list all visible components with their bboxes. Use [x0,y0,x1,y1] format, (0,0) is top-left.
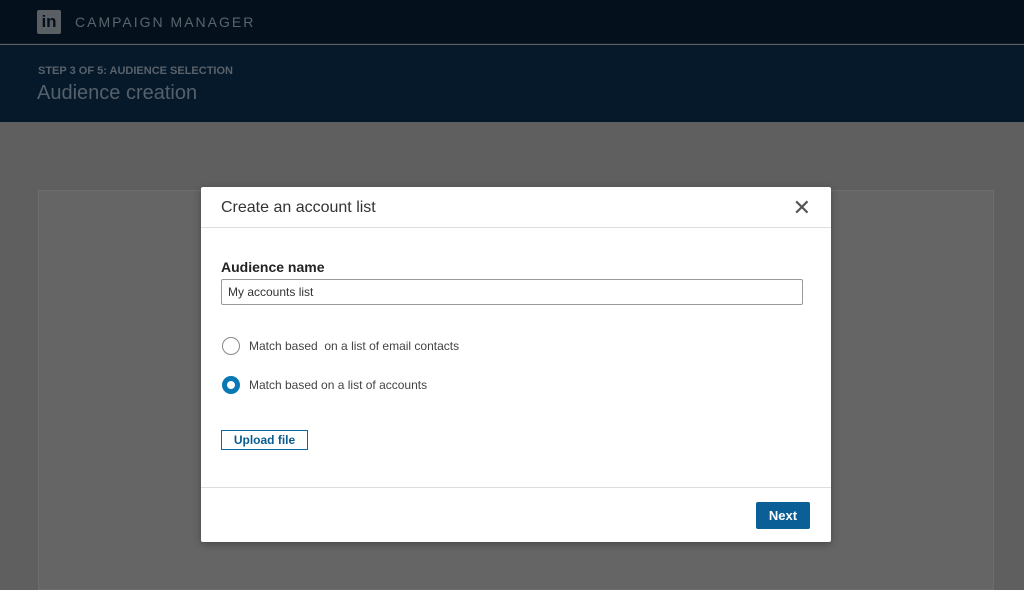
dialog-header: Create an account list ✕ [201,187,831,228]
top-nav-bar: in CAMPAIGN MANAGER [0,0,1024,44]
page-header: STEP 3 OF 5: AUDIENCE SELECTION Audience… [0,45,1024,122]
radio-label: Match based on a list of email contacts [249,339,459,353]
close-icon[interactable]: ✕ [793,195,811,221]
dialog-title: Create an account list [221,199,376,217]
linkedin-logo-icon[interactable]: in [37,10,61,34]
next-button[interactable]: Next [756,502,810,529]
page-title: Audience creation [37,82,197,105]
step-indicator: STEP 3 OF 5: AUDIENCE SELECTION [38,65,233,77]
create-account-list-dialog: Create an account list ✕ Audience name M… [201,187,831,542]
radio-label: Match based on a list of accounts [249,378,427,392]
radio-checked-icon[interactable] [222,376,240,394]
radio-unchecked-icon[interactable] [222,337,240,355]
audience-name-label: Audience name [221,259,324,275]
radio-accounts[interactable]: Match based on a list of accounts [222,376,427,394]
app-title: CAMPAIGN MANAGER [75,14,255,30]
upload-file-button[interactable]: Upload file [221,430,308,450]
radio-email-contacts[interactable]: Match based on a list of email contacts [222,337,459,355]
audience-name-input[interactable] [221,279,803,305]
dialog-footer: Next [201,487,831,542]
